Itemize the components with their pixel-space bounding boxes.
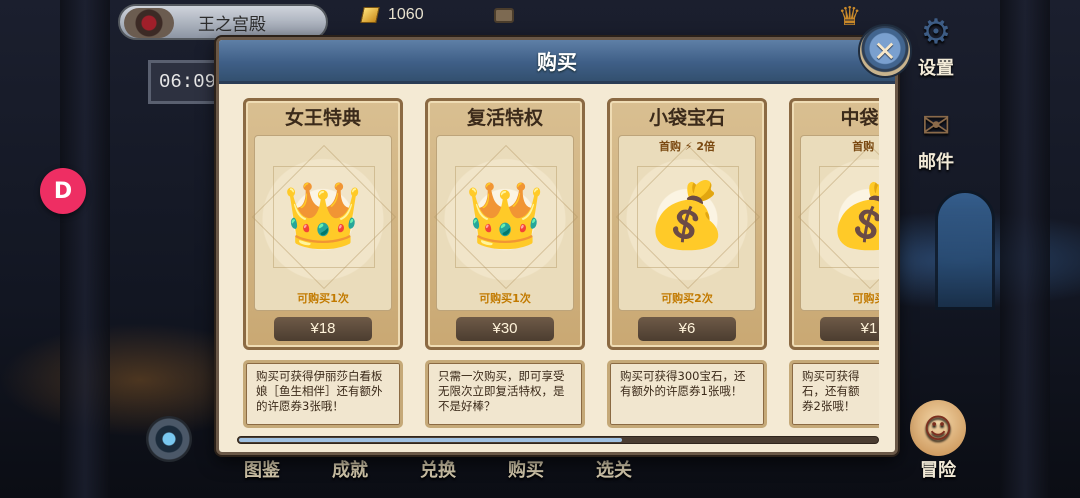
horizontal-scrollbar[interactable] [237,436,879,444]
product-description: 只需一次购买，即可享受无限次立即复活特权，是不是好棒？ [425,360,585,428]
description-line: 券2张哦！ [802,399,856,413]
adventure-label: 冒险 [920,460,956,481]
nav-item-collection[interactable]: 图鉴 [218,456,306,490]
nav-item-stage-select[interactable]: 选关 [570,456,658,490]
location-title: 王之宫殿 [198,14,266,34]
product-card-frame: 小袋宝石 首购 ⚡ 2倍 💰 可购买2次 ¥6 [607,98,767,350]
compass-emblem-icon[interactable] [146,416,192,462]
price-button[interactable]: ¥6 [638,317,736,341]
product-card-queen-bundle[interactable]: 女王特典 👑 可购买1次 ¥18 购买可获得伊丽莎白看板娘［鱼生相伴］还有额外的… [243,98,403,428]
nav-item-achievements[interactable]: 成就 [306,456,394,490]
product-name: 小袋宝石 [648,107,725,129]
currency-amount: 1060 [388,6,424,23]
background-pillar [1000,0,1050,498]
scrollbar-thumb[interactable] [239,438,622,442]
description-line: 购买可获得 [802,369,860,383]
product-card-medium-gem-bag[interactable]: 中袋宝 首购 ⚡ 💰 可购买 ¥1 购买可获得 石，还有额 券2张哦！ [789,98,879,428]
clock-text: 06:09 [159,71,217,93]
mailbox-icon: ✉ [921,106,951,146]
currency-display: 1060 [360,6,514,24]
price-button[interactable]: ¥18 [274,317,372,341]
mail-button[interactable]: ✉ 邮件 [914,104,958,174]
purchase-limit: 可购买1次 [297,292,349,305]
purchase-limit: 可购买2次 [661,292,713,305]
product-art: 👑 可购买1次 [251,135,397,311]
product-name: 女王特典 [284,107,361,129]
product-description: 购买可获得 石，还有额 券2张哦！ [789,360,879,428]
gear-icon: ⚙ [920,12,952,52]
product-description: 购买可获得300宝石，还有额外的许愿券1张哦！ [607,360,767,428]
product-art: 首购 ⚡ 💰 可购买 [797,135,880,311]
small-gem-bag-icon: 💰 [647,179,727,253]
modal-header: 购买 [219,40,895,84]
background-pillar [60,0,110,498]
close-icon: ✕ [873,34,897,68]
camera-icon[interactable] [493,7,514,23]
product-card-frame: 女王特典 👑 可购买1次 ¥18 [243,98,403,350]
queen-chibi-icon: 👑 [283,179,363,253]
app-badge-glyph: D [53,178,73,204]
product-art: 首购 ⚡ 2倍 💰 可购买2次 [615,135,761,311]
product-card-frame: 中袋宝 首购 ⚡ 💰 可购买 ¥1 [789,98,879,350]
purchase-limit: 可购买 [852,292,880,305]
heart-emblem-icon [124,8,174,38]
mail-label: 邮件 [918,152,954,173]
revive-chibi-icon: 👑 [465,179,545,253]
medium-gem-bag-icon: 💰 [829,176,879,256]
location-title-banner: 王之宫殿 [118,4,328,40]
background-window [935,190,995,310]
floating-app-badge-icon[interactable]: D [40,168,86,214]
product-card-frame: 复活特权 👑 可购买1次 ¥30 [425,98,585,350]
settings-label: 设置 [918,58,954,79]
modal-title: 购买 [537,50,577,74]
clock-display: 06:09 [148,60,218,104]
first-buy-tag: 首购 ⚡ [852,140,879,153]
nav-item-exchange[interactable]: 兑换 [394,456,482,490]
bottom-nav: 图鉴 成就 兑换 购买 选关 [218,456,658,490]
product-description: 购买可获得伊丽莎白看板娘［鱼生相伴］还有额外的许愿券3张哦！ [243,360,403,428]
product-card-small-gem-bag[interactable]: 小袋宝石 首购 ⚡ 2倍 💰 可购买2次 ¥6 购买可获得300宝石，还有额外的… [607,98,767,428]
product-art: 👑 可购买1次 [433,135,579,311]
purchase-modal: 购买 女王特典 👑 可购买1次 ¥18 购买可获得伊丽莎白看板娘［鱼生相伴］还有… [216,37,898,455]
product-name: 中袋宝 [840,107,879,129]
gem-icon [360,7,380,23]
description-line: 石，还有额 [802,384,860,398]
close-button[interactable]: ✕ [858,24,912,78]
product-list[interactable]: 女王特典 👑 可购买1次 ¥18 购买可获得伊丽莎白看板娘［鱼生相伴］还有额外的… [243,98,879,430]
crown-icon: ♛ [838,2,862,32]
settings-button[interactable]: ⚙ 设置 [914,10,958,80]
product-card-revive-privilege[interactable]: 复活特权 👑 可购买1次 ¥30 只需一次购买，即可享受无限次立即复活特权，是不… [425,98,585,428]
adventure-button[interactable]: ☺ 冒险 [910,400,966,482]
price-button[interactable]: ¥1 [820,317,879,341]
price-button[interactable]: ¥30 [456,317,554,341]
nav-item-purchase[interactable]: 购买 [482,456,570,490]
first-buy-tag: 首购 ⚡ 2倍 [658,140,716,153]
adventure-character-icon: ☺ [910,400,966,456]
purchase-limit: 可购买1次 [479,292,531,305]
product-name: 复活特权 [466,107,543,129]
